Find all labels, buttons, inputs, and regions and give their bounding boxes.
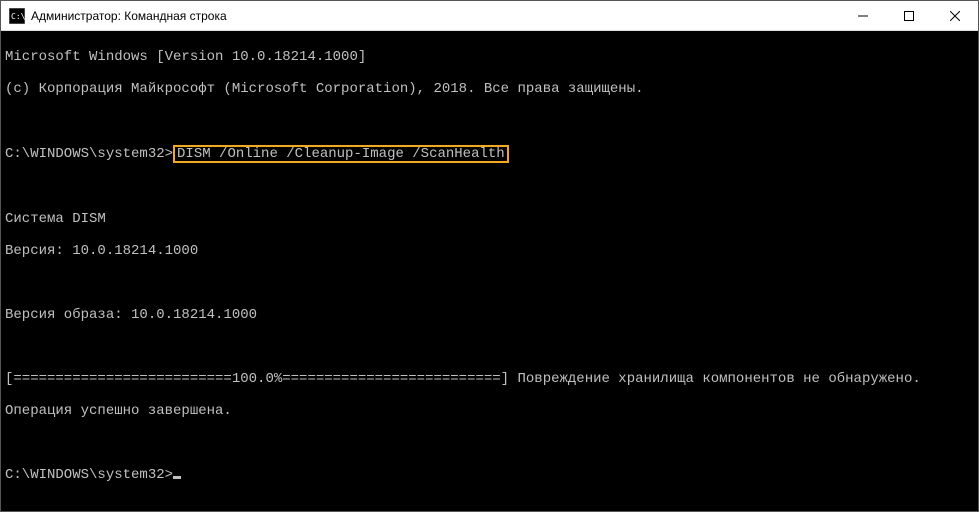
command-prompt-window: C:\ Администратор: Командная строка Micr…: [0, 0, 979, 512]
terminal-line: [5, 113, 974, 129]
minimize-button[interactable]: [840, 1, 886, 30]
cursor: [173, 476, 181, 479]
terminal-line: [5, 275, 974, 291]
window-controls: [840, 1, 978, 30]
terminal-output[interactable]: Microsoft Windows [Version 10.0.18214.10…: [1, 31, 978, 511]
terminal-line: Microsoft Windows [Version 10.0.18214.10…: [5, 49, 974, 65]
titlebar[interactable]: C:\ Администратор: Командная строка: [1, 1, 978, 31]
terminal-line: C:\WINDOWS\system32>: [5, 467, 974, 483]
cmd-icon: C:\: [9, 8, 25, 24]
close-button[interactable]: [932, 1, 978, 30]
prompt: C:\WINDOWS\system32>: [5, 467, 173, 483]
terminal-line: [5, 435, 974, 451]
window-title: Администратор: Командная строка: [31, 9, 840, 23]
terminal-line: Операция успешно завершена.: [5, 403, 974, 419]
terminal-line: C:\WINDOWS\system32>DISM /Online /Cleanu…: [5, 145, 974, 163]
highlighted-command: DISM /Online /Cleanup-Image /ScanHealth: [173, 145, 509, 163]
terminal-line: [==========================100.0%=======…: [5, 371, 974, 387]
terminal-line: Версия образа: 10.0.18214.1000: [5, 307, 974, 323]
terminal-line: [5, 339, 974, 355]
prompt: C:\WINDOWS\system32>: [5, 146, 173, 162]
terminal-line: [5, 179, 974, 195]
terminal-line: Версия: 10.0.18214.1000: [5, 243, 974, 259]
terminal-line: Cистема DISM: [5, 211, 974, 227]
svg-text:C:\: C:\: [11, 12, 25, 21]
terminal-line: (c) Корпорация Майкрософт (Microsoft Cor…: [5, 81, 974, 97]
maximize-button[interactable]: [886, 1, 932, 30]
